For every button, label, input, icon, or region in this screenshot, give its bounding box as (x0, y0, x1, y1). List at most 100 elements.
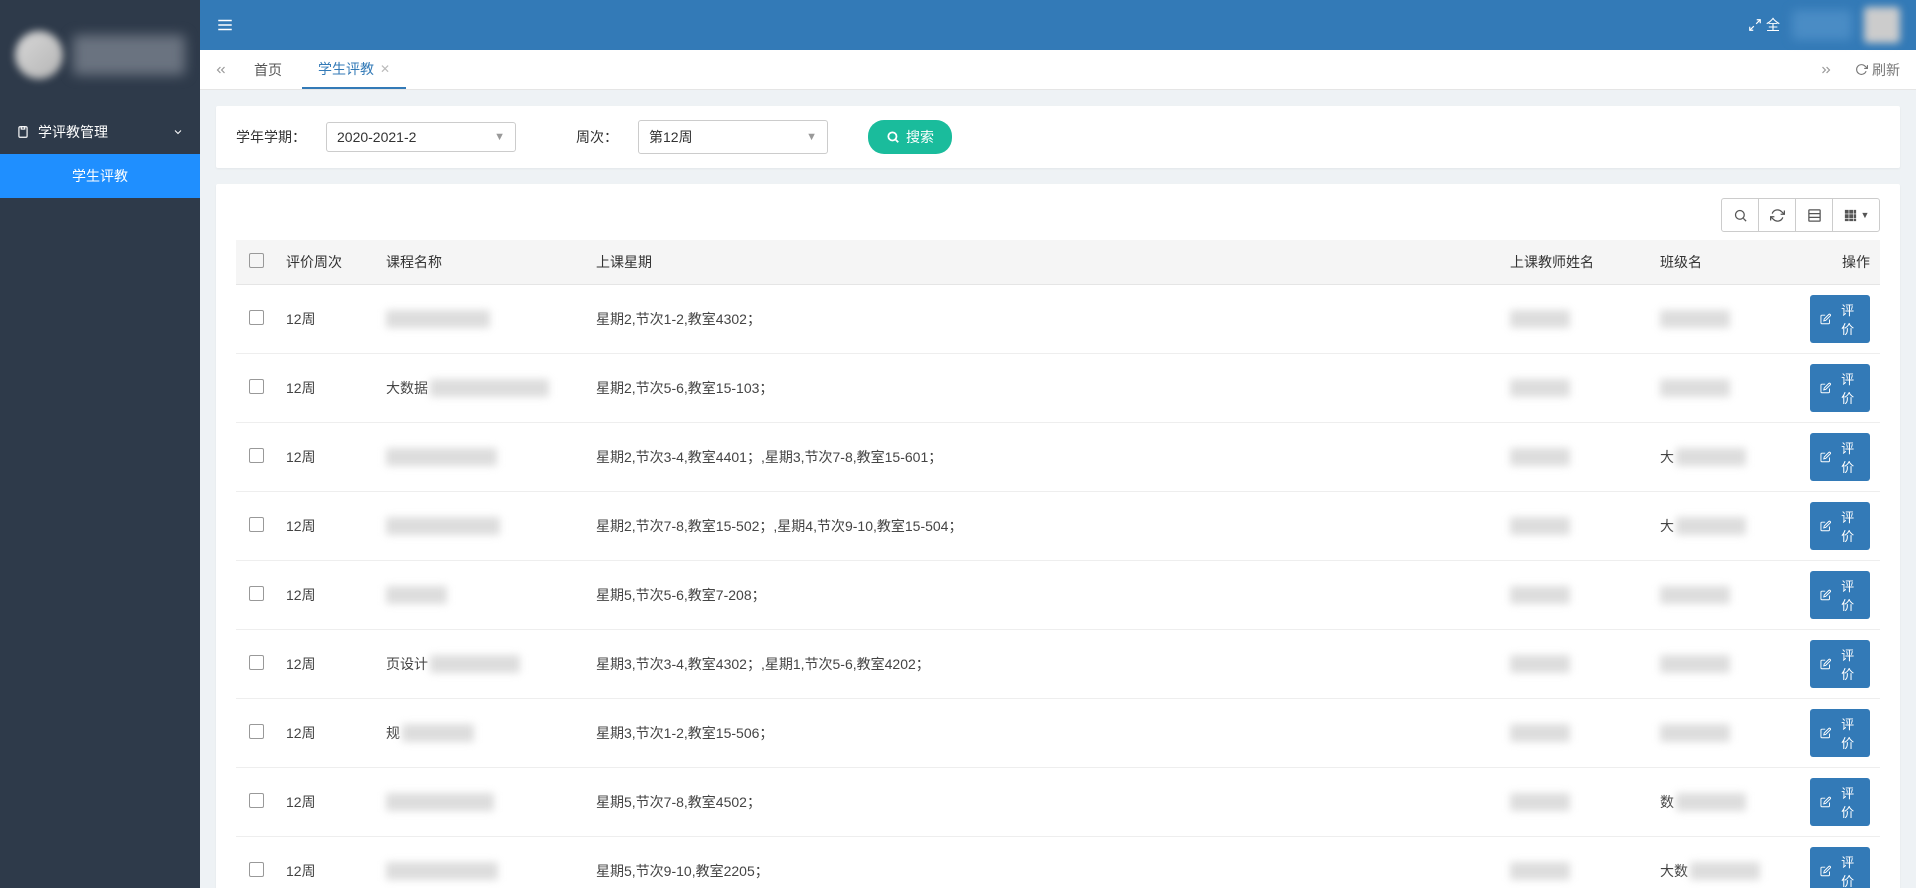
sidebar: 学评教管理 学生评教 (0, 0, 200, 888)
filter-panel: 学年学期： 2020-2021-2 ▼ 周次： 第12周 ▼ 搜索 (216, 106, 1900, 168)
cell-class: 大 (1650, 492, 1800, 561)
evaluate-label: 评价 (1835, 369, 1860, 407)
cell-course (376, 837, 586, 888)
sidebar-item-label: 学生评教 (72, 168, 128, 184)
evaluate-button[interactable]: 评价 (1810, 847, 1870, 888)
semester-select[interactable]: 2020-2021-2 ▼ (326, 122, 516, 152)
evaluate-label: 评价 (1835, 783, 1860, 821)
select-all-checkbox[interactable] (249, 253, 264, 268)
cell-teacher (1500, 699, 1650, 768)
evaluate-button[interactable]: 评价 (1810, 571, 1870, 619)
data-table: 评价周次 课程名称 上课星期 上课教师姓名 班级名 操作 12周 星期2,节次1 (236, 240, 1880, 888)
toolbar-view-button[interactable]: ▼ (1832, 198, 1880, 232)
avatar (15, 31, 63, 79)
week-value: 第12周 (649, 127, 693, 147)
refresh-label: 刷新 (1872, 60, 1900, 80)
fullscreen-button[interactable]: 全 (1748, 15, 1780, 35)
evaluate-button[interactable]: 评价 (1810, 433, 1870, 481)
toolbar-search-button[interactable] (1721, 198, 1759, 232)
hamburger-icon[interactable] (216, 16, 234, 34)
th-week[interactable]: 评价周次 (276, 240, 376, 285)
cell-class (1650, 561, 1800, 630)
row-checkbox[interactable] (249, 724, 264, 739)
profile-info-blurred (73, 35, 185, 75)
row-checkbox[interactable] (249, 310, 264, 325)
cell-teacher (1500, 354, 1650, 423)
row-checkbox[interactable] (249, 793, 264, 808)
filter-row: 学年学期： 2020-2021-2 ▼ 周次： 第12周 ▼ 搜索 (236, 120, 1880, 154)
cell-time: 星期5,节次5-6,教室7-208； (586, 561, 1500, 630)
topbar-avatar[interactable] (1864, 7, 1900, 43)
toolbar-refresh-button[interactable] (1758, 198, 1796, 232)
cell-course: 页设计 (376, 630, 586, 699)
cell-course: 规 (376, 699, 586, 768)
search-button[interactable]: 搜索 (868, 120, 952, 154)
cell-class (1650, 630, 1800, 699)
tab-scroll-left[interactable] (208, 59, 234, 81)
th-time[interactable]: 上课星期 (586, 240, 1500, 285)
search-label: 搜索 (906, 127, 934, 147)
cell-week: 12周 (276, 492, 376, 561)
nav-group-label: 学评教管理 (38, 122, 108, 142)
cell-class (1650, 699, 1800, 768)
th-course[interactable]: 课程名称 (376, 240, 586, 285)
cell-week: 12周 (276, 561, 376, 630)
search-icon (886, 130, 900, 144)
week-label: 周次： (576, 127, 618, 147)
cell-time: 星期2,节次3-4,教室4401；,星期3,节次7-8,教室15-601； (586, 423, 1500, 492)
row-checkbox[interactable] (249, 379, 264, 394)
cell-week: 12周 (276, 285, 376, 354)
cell-course (376, 561, 586, 630)
tab-scroll-right[interactable] (1813, 59, 1839, 81)
cell-week: 12周 (276, 630, 376, 699)
evaluate-button[interactable]: 评价 (1810, 709, 1870, 757)
refresh-button[interactable]: 刷新 (1847, 56, 1908, 84)
app-root: 学评教管理 学生评教 全 (0, 0, 1916, 888)
evaluate-button[interactable]: 评价 (1810, 364, 1870, 412)
evaluate-label: 评价 (1835, 507, 1860, 545)
evaluate-label: 评价 (1835, 645, 1860, 683)
evaluate-label: 评价 (1835, 714, 1860, 752)
evaluate-button[interactable]: 评价 (1810, 502, 1870, 550)
table-header-row: 评价周次 课程名称 上课星期 上课教师姓名 班级名 操作 (236, 240, 1880, 285)
evaluate-button[interactable]: 评价 (1810, 295, 1870, 343)
evaluate-button[interactable]: 评价 (1810, 640, 1870, 688)
table-row: 12周 大数据 星期2,节次5-6,教室15-103； 评价 (236, 354, 1880, 423)
cell-teacher (1500, 837, 1650, 888)
cell-teacher (1500, 561, 1650, 630)
topbar: 全 (200, 0, 1916, 50)
toolbar-columns-button[interactable] (1795, 198, 1833, 232)
sidebar-item-student-eval[interactable]: 学生评教 (0, 154, 200, 198)
cell-teacher (1500, 630, 1650, 699)
row-checkbox[interactable] (249, 655, 264, 670)
row-checkbox[interactable] (249, 862, 264, 877)
semester-label: 学年学期： (236, 127, 306, 147)
row-checkbox[interactable] (249, 586, 264, 601)
cell-time: 星期5,节次9-10,教室2205； (586, 837, 1500, 888)
th-class[interactable]: 班级名 (1650, 240, 1800, 285)
cell-time: 星期2,节次5-6,教室15-103； (586, 354, 1500, 423)
cell-course (376, 492, 586, 561)
tab-student-eval[interactable]: 学生评教 ✕ (302, 51, 406, 89)
evaluate-label: 评价 (1835, 300, 1860, 338)
cell-class: 大数 (1650, 837, 1800, 888)
cell-class: 数 (1650, 768, 1800, 837)
tab-home[interactable]: 首页 (238, 52, 298, 88)
caret-down-icon: ▼ (494, 131, 505, 143)
table-row: 12周 页设计 星期3,节次3-4,教室4302；,星期1,节次5-6,教室42… (236, 630, 1880, 699)
cell-time: 星期2,节次7-8,教室15-502；,星期4,节次9-10,教室15-504； (586, 492, 1500, 561)
cell-week: 12周 (276, 423, 376, 492)
evaluate-button[interactable]: 评价 (1810, 778, 1870, 826)
th-teacher[interactable]: 上课教师姓名 (1500, 240, 1650, 285)
cell-course (376, 768, 586, 837)
week-select[interactable]: 第12周 ▼ (638, 120, 828, 154)
nav-group-evaluation[interactable]: 学评教管理 (0, 110, 200, 154)
cell-teacher (1500, 768, 1650, 837)
row-checkbox[interactable] (249, 448, 264, 463)
row-checkbox[interactable] (249, 517, 264, 532)
cell-week: 12周 (276, 699, 376, 768)
cell-course (376, 285, 586, 354)
th-action: 操作 (1800, 240, 1880, 285)
main: 全 首页 学生评教 ✕ (200, 0, 1916, 888)
close-icon[interactable]: ✕ (380, 62, 390, 76)
